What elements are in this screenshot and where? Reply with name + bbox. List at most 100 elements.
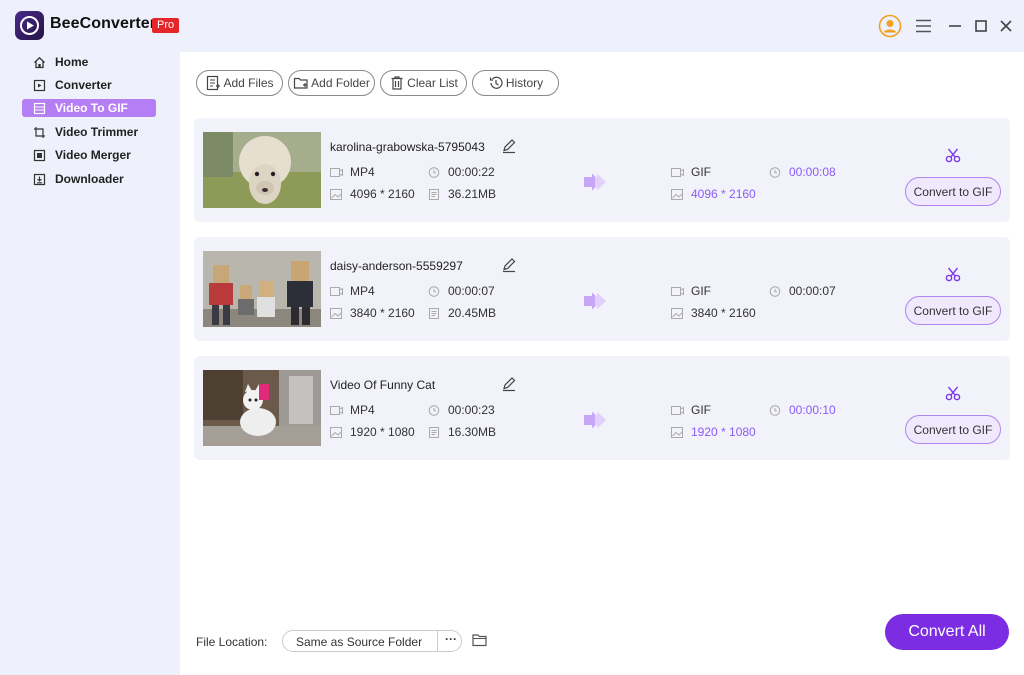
video-thumbnail[interactable]: [203, 370, 321, 446]
maximize-icon[interactable]: [969, 14, 993, 38]
clock-icon: [769, 404, 781, 416]
source-size-value: 16.30MB: [448, 425, 497, 439]
source-size-value: 36.21MB: [448, 187, 497, 201]
source-duration-value: 00:00:22: [448, 165, 495, 179]
convert-all-button[interactable]: Convert All: [885, 614, 1009, 650]
source-resolution: 1920 * 1080: [330, 425, 415, 439]
output-duration[interactable]: 00:00:07: [769, 284, 836, 298]
add-folder-button[interactable]: Add Folder: [288, 70, 375, 96]
add-folder-label: Add Folder: [311, 76, 370, 90]
output-format-value: GIF: [691, 165, 711, 179]
source-size: 16.30MB: [428, 425, 496, 439]
video-icon: [330, 286, 343, 296]
sidebar-item-home[interactable]: Home: [22, 53, 156, 71]
video-icon: [671, 405, 684, 415]
scissors-icon[interactable]: [945, 385, 961, 401]
output-duration-value: 00:00:10: [789, 403, 836, 417]
video-thumbnail[interactable]: [203, 251, 321, 327]
source-size-value: 20.45MB: [448, 306, 497, 320]
close-icon[interactable]: [994, 14, 1018, 38]
converter-icon: [32, 78, 46, 92]
trimmer-icon: [32, 125, 46, 139]
file-name: Video Of Funny Cat: [330, 378, 436, 392]
sidebar-item-video-trimmer[interactable]: Video Trimmer: [22, 123, 156, 141]
source-format: MP4: [330, 165, 375, 179]
convert-to-gif-button[interactable]: Convert to GIF: [905, 296, 1001, 325]
image-icon: [330, 188, 342, 200]
output-duration-value: 00:00:08: [789, 165, 836, 179]
source-resolution-value: 4096 * 2160: [350, 187, 415, 201]
history-button[interactable]: History: [472, 70, 559, 96]
convert-to-gif-button[interactable]: Convert to GIF: [905, 177, 1001, 206]
video-thumbnail[interactable]: [203, 132, 321, 208]
sidebar-item-label: Video To GIF: [55, 101, 128, 115]
output-resolution-value: 1920 * 1080: [691, 425, 756, 439]
clock-icon: [428, 404, 440, 416]
history-icon: [489, 76, 503, 89]
output-duration[interactable]: 00:00:10: [769, 403, 836, 417]
image-icon: [671, 426, 683, 438]
divider: [437, 631, 438, 651]
sidebar-item-downloader[interactable]: Downloader: [22, 170, 156, 188]
source-resolution: 3840 * 2160: [330, 306, 415, 320]
file-location-field[interactable]: Same as Source Folder ···: [282, 630, 462, 652]
file-name: daisy-anderson-5559297: [330, 259, 463, 273]
merger-icon: [32, 148, 46, 162]
more-options-button[interactable]: ···: [445, 632, 457, 646]
minimize-icon[interactable]: [943, 14, 967, 38]
sidebar-item-converter[interactable]: Converter: [22, 76, 156, 94]
edit-icon[interactable]: [501, 138, 517, 154]
clear-list-label: Clear List: [407, 76, 458, 90]
output-resolution[interactable]: 4096 * 2160: [671, 187, 756, 201]
convert-arrow-icon: [584, 173, 606, 191]
file-card: karolina-grabowska-5795043 MP4 00:00:22 …: [194, 118, 1010, 222]
source-format-value: MP4: [350, 165, 375, 179]
output-format-value: GIF: [691, 403, 711, 417]
output-resolution[interactable]: 1920 * 1080: [671, 425, 756, 439]
output-resolution-value: 3840 * 2160: [691, 306, 756, 320]
sidebar-item-label: Video Trimmer: [55, 125, 139, 139]
menu-icon[interactable]: [912, 14, 936, 38]
image-icon: [330, 307, 342, 319]
source-duration: 00:00:22: [428, 165, 495, 179]
edit-icon[interactable]: [501, 257, 517, 273]
convert-to-gif-button[interactable]: Convert to GIF: [905, 415, 1001, 444]
file-card: Video Of Funny Cat MP4 00:00:23 1920 * 1…: [194, 356, 1010, 460]
scissors-icon[interactable]: [945, 147, 961, 163]
add-files-label: Add Files: [223, 76, 274, 90]
scissors-icon[interactable]: [945, 266, 961, 282]
source-duration: 00:00:23: [428, 403, 495, 417]
source-duration-value: 00:00:07: [448, 284, 495, 298]
file-name: karolina-grabowska-5795043: [330, 140, 485, 154]
output-resolution[interactable]: 3840 * 2160: [671, 306, 756, 320]
source-duration: 00:00:07: [428, 284, 495, 298]
output-format: GIF: [671, 165, 711, 179]
convert-arrow-icon: [584, 411, 606, 429]
trash-icon: [391, 76, 403, 90]
video-icon: [330, 405, 343, 415]
clock-icon: [769, 285, 781, 297]
main-panel: Add Files Add Folder Clear List History: [180, 52, 1024, 675]
user-icon[interactable]: [878, 14, 902, 38]
source-resolution-value: 3840 * 2160: [350, 306, 415, 320]
edit-icon[interactable]: [501, 376, 517, 392]
sidebar-item-label: Video Merger: [55, 148, 131, 162]
source-resolution: 4096 * 2160: [330, 187, 415, 201]
source-format-value: MP4: [350, 284, 375, 298]
output-duration[interactable]: 00:00:08: [769, 165, 836, 179]
clock-icon: [769, 166, 781, 178]
source-format: MP4: [330, 284, 375, 298]
video-icon: [671, 286, 684, 296]
pro-badge: Pro: [152, 18, 180, 33]
add-files-button[interactable]: Add Files: [196, 70, 283, 96]
sidebar: Home Converter Video To GIF Video Trimme…: [0, 52, 180, 675]
gif-icon: [32, 101, 46, 115]
clear-list-button[interactable]: Clear List: [380, 70, 467, 96]
output-duration-value: 00:00:07: [789, 284, 836, 298]
sidebar-item-video-merger[interactable]: Video Merger: [22, 146, 156, 164]
source-format-value: MP4: [350, 403, 375, 417]
sidebar-item-video-to-gif[interactable]: Video To GIF: [22, 99, 156, 117]
open-folder-icon[interactable]: [472, 633, 488, 647]
source-size: 20.45MB: [428, 306, 496, 320]
file-location-label: File Location:: [196, 635, 268, 649]
